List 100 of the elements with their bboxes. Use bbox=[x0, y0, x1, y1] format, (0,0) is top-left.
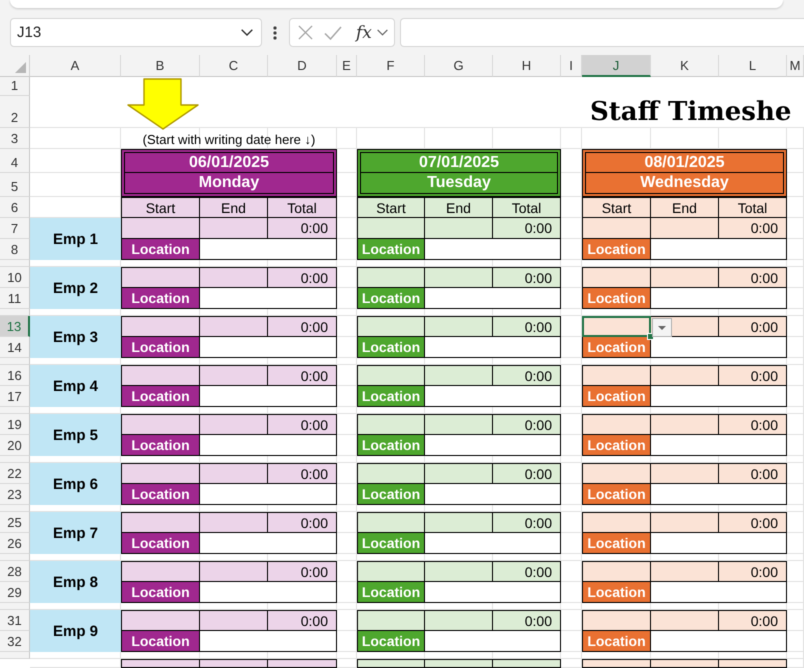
row-header[interactable]: 17 bbox=[0, 386, 30, 407]
start-time-field[interactable] bbox=[357, 316, 425, 337]
row-header[interactable]: 26 bbox=[0, 533, 30, 554]
start-time-field[interactable] bbox=[121, 267, 200, 288]
start-time-field[interactable] bbox=[357, 365, 425, 386]
location-field[interactable] bbox=[425, 582, 561, 603]
end-time-field[interactable] bbox=[200, 512, 268, 533]
start-time-field[interactable] bbox=[582, 463, 651, 484]
start-time-field[interactable] bbox=[582, 659, 651, 668]
location-field[interactable] bbox=[200, 582, 337, 603]
row-header[interactable]: 28 bbox=[0, 561, 30, 582]
column-header[interactable]: H bbox=[493, 55, 561, 77]
end-time-field[interactable] bbox=[200, 218, 268, 239]
location-field[interactable] bbox=[425, 337, 561, 358]
location-field[interactable] bbox=[425, 631, 561, 652]
start-time-field[interactable] bbox=[121, 561, 200, 582]
column-header[interactable]: G bbox=[425, 55, 493, 77]
column-header[interactable]: F bbox=[357, 55, 425, 77]
location-field[interactable] bbox=[425, 435, 561, 456]
start-time-field[interactable] bbox=[121, 218, 200, 239]
row-header[interactable]: 7 bbox=[0, 218, 30, 239]
location-field[interactable] bbox=[651, 386, 787, 407]
location-field[interactable] bbox=[425, 288, 561, 309]
end-time-field[interactable] bbox=[425, 512, 493, 533]
start-time-field[interactable] bbox=[357, 414, 425, 435]
dropdown-button[interactable] bbox=[652, 318, 672, 337]
location-field[interactable] bbox=[200, 386, 337, 407]
row-header[interactable]: 23 bbox=[0, 484, 30, 505]
start-time-field[interactable] bbox=[582, 218, 651, 239]
location-field[interactable] bbox=[651, 582, 787, 603]
row-header[interactable]: 16 bbox=[0, 365, 30, 386]
end-time-field[interactable] bbox=[651, 365, 719, 386]
end-time-field[interactable] bbox=[651, 218, 719, 239]
location-field[interactable] bbox=[200, 631, 337, 652]
column-header[interactable]: B bbox=[121, 55, 200, 77]
end-time-field[interactable] bbox=[425, 659, 493, 668]
start-time-field[interactable] bbox=[357, 610, 425, 631]
end-time-field[interactable] bbox=[200, 365, 268, 386]
start-time-field[interactable] bbox=[121, 610, 200, 631]
start-time-field[interactable] bbox=[121, 316, 200, 337]
end-time-field[interactable] bbox=[425, 316, 493, 337]
row-header[interactable]: 5 bbox=[0, 173, 30, 197]
column-header[interactable]: C bbox=[200, 55, 268, 77]
start-time-field[interactable] bbox=[121, 414, 200, 435]
row-header[interactable]: 22 bbox=[0, 463, 30, 484]
row-header[interactable]: 10 bbox=[0, 267, 30, 288]
end-time-field[interactable] bbox=[200, 610, 268, 631]
location-field[interactable] bbox=[651, 239, 787, 260]
start-time-field[interactable] bbox=[582, 610, 651, 631]
end-time-field[interactable] bbox=[425, 267, 493, 288]
start-time-field[interactable] bbox=[582, 365, 651, 386]
row-header[interactable]: 3 bbox=[0, 128, 30, 149]
end-time-field[interactable] bbox=[425, 414, 493, 435]
end-time-field[interactable] bbox=[651, 267, 719, 288]
row-header[interactable]: 2 bbox=[0, 96, 30, 128]
end-time-field[interactable] bbox=[651, 561, 719, 582]
row-header[interactable]: 1 bbox=[0, 77, 30, 96]
location-field[interactable] bbox=[651, 484, 787, 505]
column-header[interactable]: J bbox=[582, 55, 651, 77]
start-time-field[interactable] bbox=[357, 218, 425, 239]
end-time-field[interactable] bbox=[200, 659, 268, 668]
start-time-field[interactable] bbox=[357, 463, 425, 484]
end-time-field[interactable] bbox=[200, 414, 268, 435]
row-header[interactable]: 11 bbox=[0, 288, 30, 309]
row-header[interactable]: 13 bbox=[0, 316, 30, 337]
start-time-field[interactable] bbox=[582, 512, 651, 533]
location-field[interactable] bbox=[425, 484, 561, 505]
insert-function-button[interactable]: fx bbox=[356, 22, 372, 42]
start-time-field[interactable] bbox=[582, 561, 651, 582]
start-time-field[interactable] bbox=[121, 512, 200, 533]
row-header[interactable]: 20 bbox=[0, 435, 30, 456]
location-field[interactable] bbox=[651, 435, 787, 456]
location-field[interactable] bbox=[200, 435, 337, 456]
location-field[interactable] bbox=[651, 631, 787, 652]
end-time-field[interactable] bbox=[200, 267, 268, 288]
location-field[interactable] bbox=[200, 288, 337, 309]
end-time-field[interactable] bbox=[651, 659, 719, 668]
end-time-field[interactable] bbox=[425, 365, 493, 386]
location-field[interactable] bbox=[651, 288, 787, 309]
start-time-field[interactable] bbox=[357, 561, 425, 582]
column-header[interactable]: E bbox=[337, 55, 357, 77]
row-header[interactable]: 14 bbox=[0, 337, 30, 358]
start-time-field[interactable] bbox=[582, 316, 651, 337]
row-header[interactable]: 31 bbox=[0, 610, 30, 631]
location-field[interactable] bbox=[651, 533, 787, 554]
end-time-field[interactable] bbox=[200, 463, 268, 484]
start-time-field[interactable] bbox=[357, 512, 425, 533]
end-time-field[interactable] bbox=[651, 610, 719, 631]
column-header[interactable]: K bbox=[651, 55, 719, 77]
column-header[interactable]: I bbox=[561, 55, 582, 77]
end-time-field[interactable] bbox=[200, 561, 268, 582]
end-time-field[interactable] bbox=[200, 316, 268, 337]
start-time-field[interactable] bbox=[121, 659, 200, 668]
vertical-dots-icon[interactable] bbox=[273, 26, 277, 40]
row-header[interactable]: 19 bbox=[0, 414, 30, 435]
end-time-field[interactable] bbox=[425, 218, 493, 239]
row-header[interactable]: 32 bbox=[0, 631, 30, 652]
column-header[interactable]: A bbox=[30, 55, 121, 77]
location-field[interactable] bbox=[425, 386, 561, 407]
start-time-field[interactable] bbox=[582, 267, 651, 288]
